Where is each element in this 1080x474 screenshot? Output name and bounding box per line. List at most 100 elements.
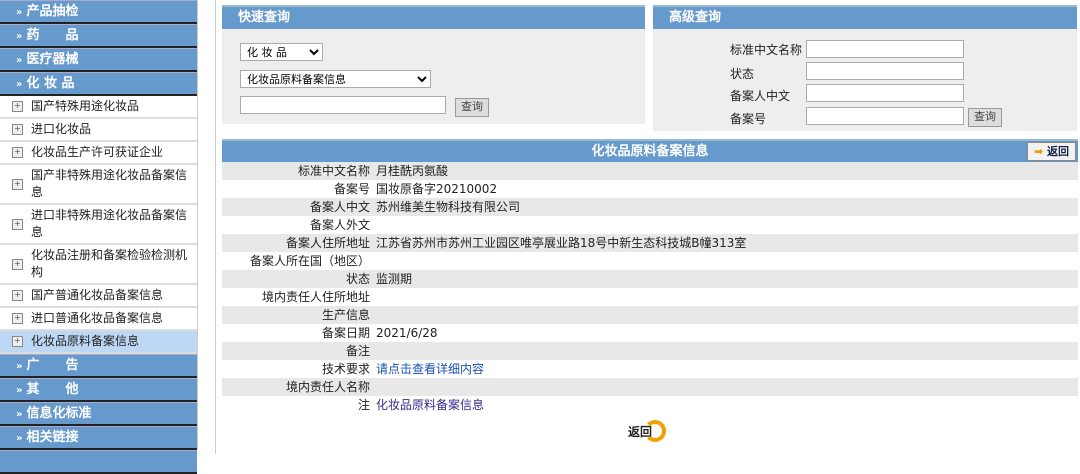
double-chevron-icon: »: [16, 31, 23, 42]
advanced-search-panel: 高级查询 标准中文名称 状态 备案人中文 备案号 查询: [653, 5, 1077, 131]
sidebar-item[interactable]: + 化妆品注册和备案检验检测机构: [0, 245, 197, 285]
sidebar-item-label: 进口非特殊用途化妆品备案信息: [31, 208, 188, 239]
row-label: 备案人外文: [309, 218, 370, 232]
double-chevron-icon: »: [16, 433, 23, 444]
sidebar-item[interactable]: + 进口化妆品: [0, 119, 197, 142]
double-chevron-icon: »: [16, 409, 23, 420]
row-label: 生产信息: [321, 308, 370, 322]
quick-search-button[interactable]: 查询: [455, 98, 489, 117]
row-label: 备注: [345, 344, 370, 358]
row-value: 2021/6/28: [376, 326, 438, 340]
row-label: 备案人住所地址: [285, 236, 370, 250]
detail-panel: 化妆品原料备案信息 ➡ 返回 标准中文名称 月桂酰丙氨酸 备案号 国妆原备字20210…: [222, 139, 1078, 414]
row-label: 境内责任人住所地址: [261, 290, 370, 304]
sidebar-header-label: 药 品: [26, 28, 79, 43]
detail-row: 生产信息: [222, 306, 1078, 324]
sidebar-item-label: 化妆品原料备案信息: [31, 334, 140, 348]
detail-row: 标准中文名称 月桂酰丙氨酸: [222, 162, 1078, 180]
sidebar-item-label: 国产普通化妆品备案信息: [31, 288, 164, 302]
double-chevron-icon: »: [16, 79, 23, 90]
plus-box-icon: +: [12, 336, 23, 347]
sidebar-item-label: 国产特殊用途化妆品: [31, 99, 140, 113]
sidebar-header[interactable]: » 产品抽检: [0, 0, 197, 24]
row-value: 国妆原备字20210002: [376, 182, 498, 196]
plus-box-icon: +: [12, 290, 23, 301]
sidebar-item[interactable]: + 国产特殊用途化妆品: [0, 96, 197, 119]
circle-icon: [644, 420, 667, 442]
sidebar-header[interactable]: » 其 他: [0, 378, 197, 402]
plus-box-icon: +: [12, 313, 23, 324]
sidebar-header[interactable]: » 医疗器械: [0, 48, 197, 72]
detail-row: 备案号 国妆原备字20210002: [222, 180, 1078, 198]
sidebar-item[interactable]: + 化妆品原料备案信息: [0, 331, 197, 354]
sidebar-header-label: 相关链接: [26, 430, 79, 445]
row-label: 状态: [345, 272, 370, 286]
sidebar-header-label: 产品抽检: [26, 4, 79, 19]
quick-search-title: 快速查询: [222, 5, 645, 29]
sidebar-header-label: 广 告: [26, 358, 79, 373]
detail-row: 备案人住所地址 江苏省苏州市苏州工业园区唯亭展业路18号中新生态科技城B幢313室: [222, 234, 1078, 252]
double-chevron-icon: »: [16, 55, 23, 66]
sidebar-header[interactable]: » 药 品: [0, 24, 197, 48]
row-label: 备案人所在国（地区）: [249, 254, 370, 268]
sidebar-item[interactable]: + 化妆品生产许可获证企业: [0, 142, 197, 165]
detail-row: 备注: [222, 342, 1078, 360]
sidebar-header[interactable]: » 信息化标准: [0, 402, 197, 426]
sidebar-item[interactable]: + 国产普通化妆品备案信息: [0, 285, 197, 308]
back-label: 返回: [1047, 145, 1069, 158]
sidebar-item-label: 化妆品注册和备案检验检测机构: [31, 248, 188, 279]
advanced-search-title: 高级查询: [653, 5, 1077, 29]
arrow-right-icon: ➡: [1033, 145, 1044, 158]
sidebar-item[interactable]: + 进口非特殊用途化妆品备案信息: [0, 205, 197, 245]
sidebar-item-label: 化妆品生产许可获证企业: [31, 145, 164, 159]
category-select[interactable]: 化 妆 品: [240, 43, 323, 61]
plus-box-icon: +: [12, 101, 23, 112]
sidebar: » 产品抽检» 药 品» 医疗器械» 化 妆 品 + 国产特殊用途化妆品 + 进口化妆品 + 化妆…: [0, 0, 198, 474]
quick-search-panel: 快速查询 化 妆 品 化妆品原料备案信息 查询: [222, 5, 645, 124]
row-label: 备案号: [333, 182, 370, 196]
detail-row: 技术要求 请点击查看详细内容: [222, 360, 1078, 378]
detail-row: 状态 监测期: [222, 270, 1078, 288]
row-label: 境内责任人名称: [285, 380, 370, 394]
sidebar-header[interactable]: » 化 妆 品: [0, 72, 197, 96]
double-chevron-icon: »: [16, 361, 23, 372]
plus-box-icon: +: [12, 147, 23, 158]
row-link[interactable]: 请点击查看详细内容: [376, 360, 484, 378]
row-value: 苏州维美生物科技有限公司: [376, 200, 521, 214]
row-value: 月桂酰丙氨酸: [376, 164, 449, 178]
back-button-bottom[interactable]: 返回: [628, 420, 667, 442]
sidebar-item[interactable]: + 进口普通化妆品备案信息: [0, 308, 197, 331]
sidebar-item[interactable]: + 国产非特殊用途化妆品备案信息: [0, 165, 197, 205]
applicant-input[interactable]: [806, 84, 964, 102]
advanced-search-button[interactable]: 查询: [968, 108, 1002, 127]
detail-row: 境内责任人名称: [222, 378, 1078, 396]
keyword-input[interactable]: [240, 96, 446, 114]
name-input[interactable]: [806, 40, 964, 58]
sidebar-header-label: 其 他: [26, 382, 79, 397]
row-label: 备案人中文: [309, 200, 370, 214]
plus-box-icon: +: [12, 258, 23, 270]
sidebar-header-label: 信息化标准: [26, 406, 92, 421]
row-label: 备案日期: [321, 326, 370, 340]
number-input[interactable]: [806, 107, 964, 125]
subcategory-select[interactable]: 化妆品原料备案信息: [240, 70, 431, 88]
row-link[interactable]: 化妆品原料备案信息: [376, 396, 484, 414]
sidebar-header[interactable]: » 相关链接: [0, 426, 197, 450]
sidebar-item-label: 进口化妆品: [31, 122, 92, 136]
plus-box-icon: +: [12, 178, 23, 190]
detail-row: 境内责任人住所地址: [222, 288, 1078, 306]
detail-header: 化妆品原料备案信息 ➡ 返回: [222, 139, 1078, 162]
status-input[interactable]: [806, 62, 964, 80]
detail-row: 备案人外文: [222, 216, 1078, 234]
row-label: 技术要求: [321, 362, 370, 376]
divider: [215, 0, 216, 454]
sidebar-item-label: 国产非特殊用途化妆品备案信息: [31, 168, 188, 199]
sidebar-header-label: 化 妆 品: [26, 76, 75, 91]
detail-title: 化妆品原料备案信息: [591, 144, 709, 159]
sidebar-header[interactable]: » 广 告: [0, 354, 197, 378]
back-button-top[interactable]: ➡ 返回: [1026, 142, 1076, 161]
label-applicant: 备案人中文: [730, 89, 791, 103]
label-status: 状态: [730, 67, 755, 81]
detail-row: 注化妆品原料备案信息: [222, 396, 1078, 414]
sidebar-item-label: 进口普通化妆品备案信息: [31, 311, 164, 325]
